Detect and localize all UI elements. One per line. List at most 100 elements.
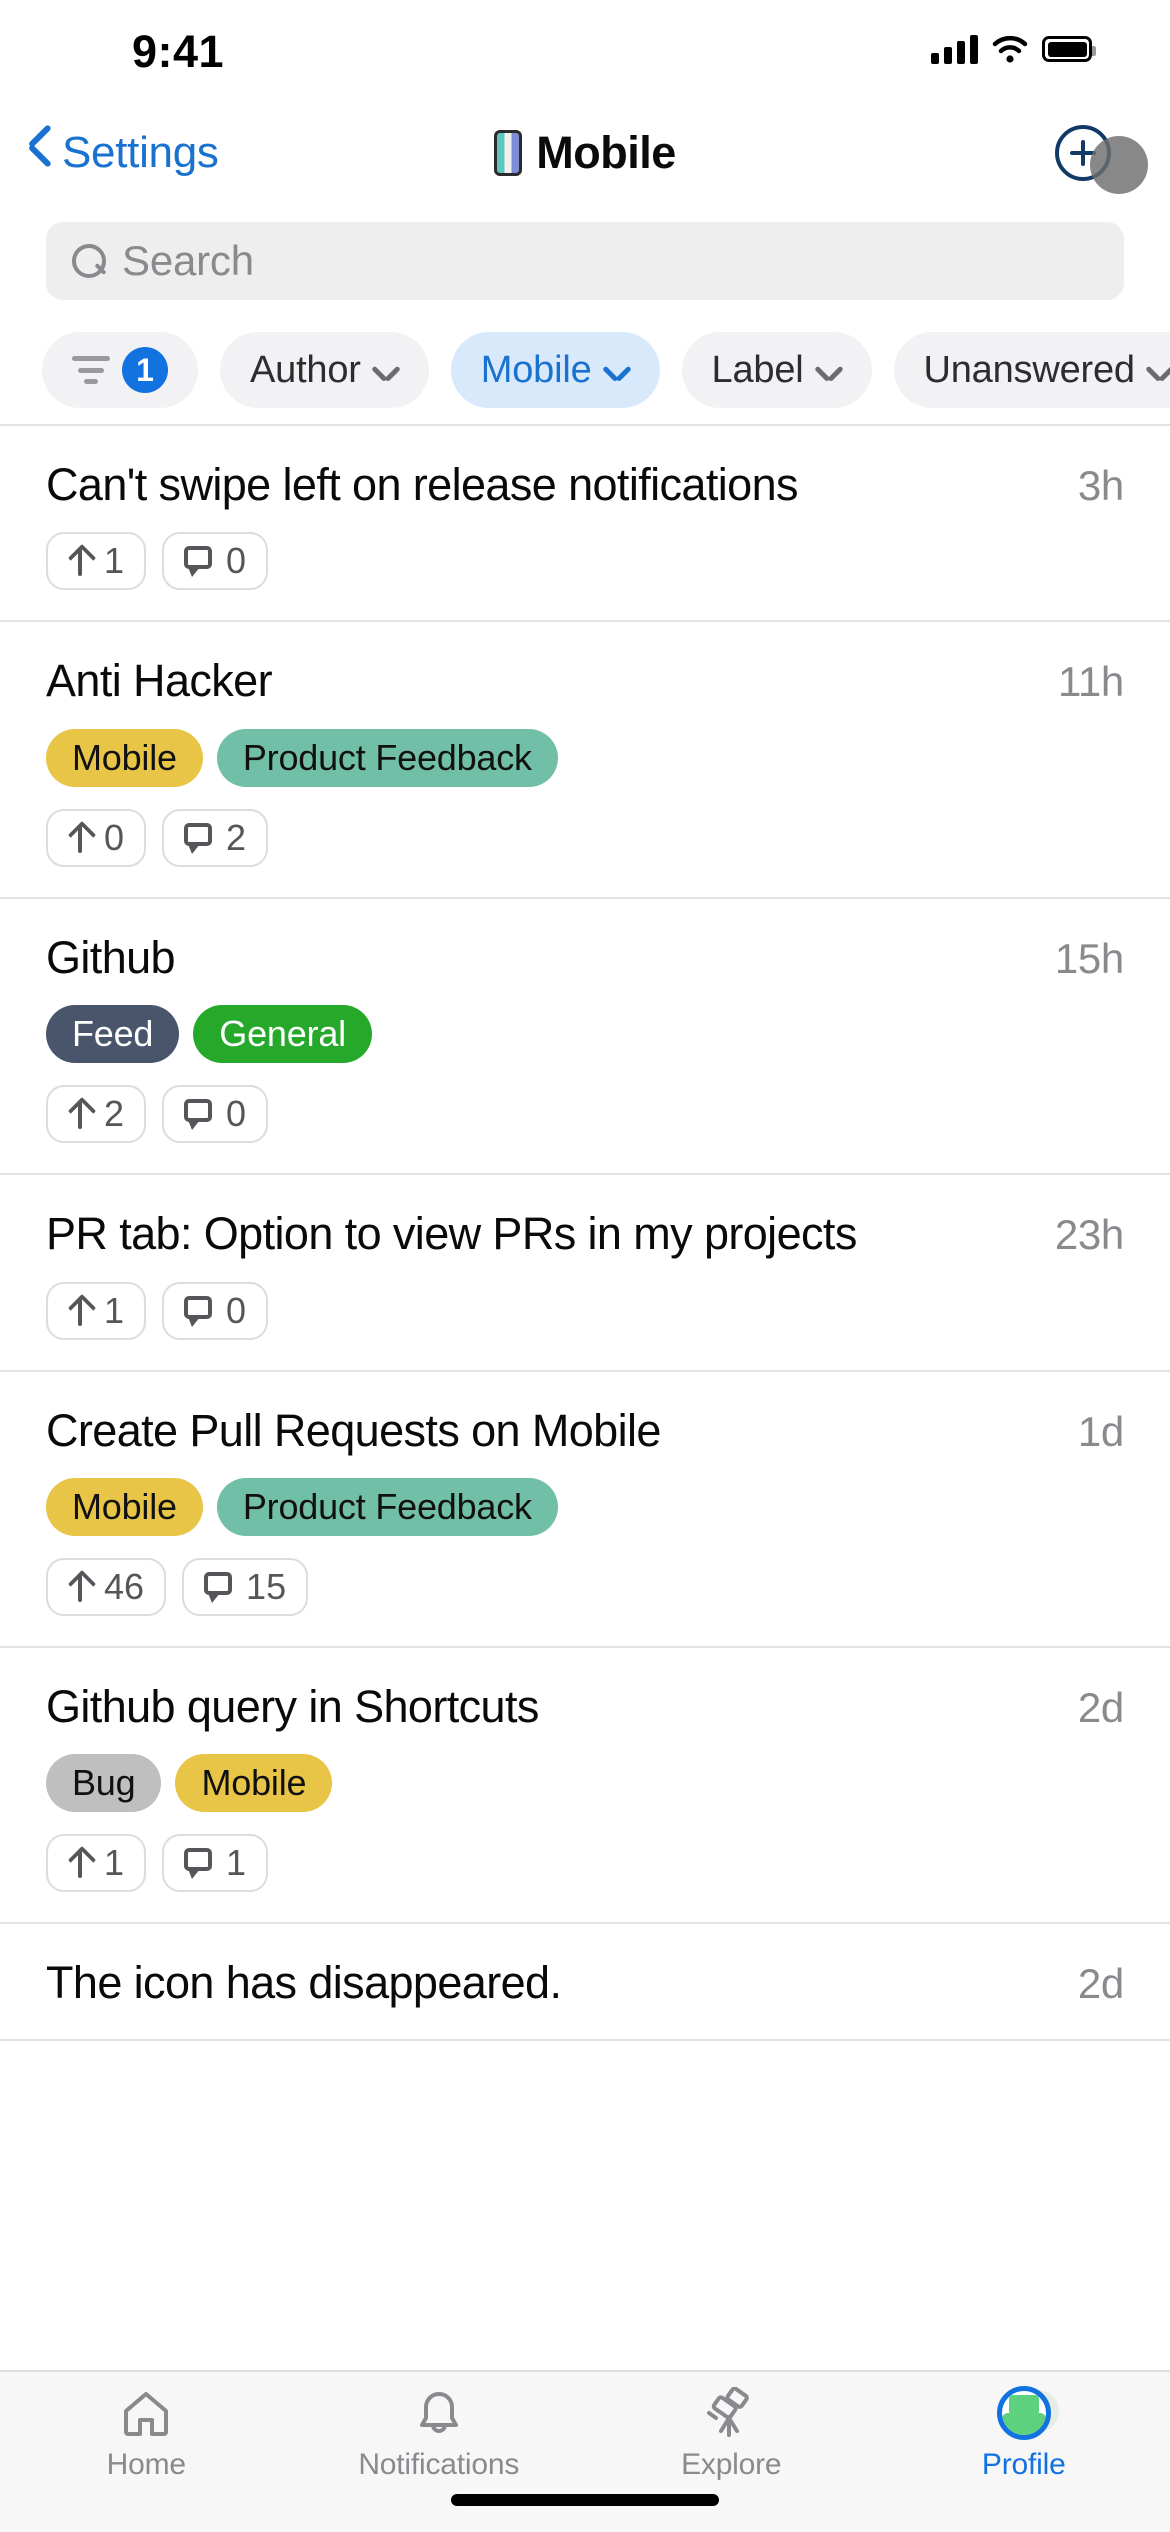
tab-profile[interactable]: Profile [878,2386,1170,2482]
filter-chip-label: Author [250,348,361,391]
list-item-timestamp: 23h [1054,1211,1124,1259]
list-item-title: Can't swipe left on release notification… [46,459,799,510]
list-item-stats: 46 15 [46,1557,1124,1616]
list-item-header: Github query in Shortcuts 2d [46,1680,1124,1732]
list-item[interactable]: Github query in Shortcuts 2d Bug Mobile 1 1 [0,1647,1170,1925]
home-indicator [451,2494,719,2506]
list-item-title: Github [46,931,176,983]
list-item[interactable]: PR tab: Option to view PRs in my project… [0,1175,1170,1372]
list-item-header: Create Pull Requests on Mobile 1d [46,1404,1124,1456]
tab-home[interactable]: Home [0,2386,293,2482]
upvote-pill[interactable]: 1 [46,532,147,591]
list-item-timestamp: 15h [1054,934,1124,982]
comment-pill[interactable]: 15 [182,1557,309,1616]
comment-bubble-icon [184,546,214,578]
tag-badge[interactable]: Feed [46,1005,180,1064]
status-bar-time: 9:41 [132,26,225,77]
list-item-title: Github query in Shortcuts [46,1680,539,1732]
status-bar: 9:41 [0,0,1170,100]
list-item-title: Anti Hacker [46,655,273,707]
filter-chip-author[interactable]: Author [220,332,429,408]
filter-chip-mobile[interactable]: Mobile [450,332,660,408]
comment-pill[interactable]: 0 [162,532,269,591]
upvote-pill[interactable]: 1 [46,1834,147,1893]
comment-pill[interactable]: 2 [162,808,269,867]
cellular-signal-icon [931,34,978,64]
list-item-header: PR tab: Option to view PRs in my project… [46,1208,1124,1260]
filter-chip-label: Unanswered [923,348,1136,391]
filter-chip-unanswered[interactable]: Unanswered [893,332,1170,408]
comment-count: 2 [226,816,247,858]
filter-chips-row[interactable]: 1 Author Mobile Label Unanswered [0,316,1170,424]
upvote-pill[interactable]: 0 [46,808,147,867]
arrow-up-icon [68,1572,92,1602]
telescope-icon [701,2386,761,2440]
list-item-timestamp: 3h [1077,462,1124,509]
list-item-timestamp: 1d [1077,1407,1124,1455]
comment-count: 0 [226,1093,247,1135]
list-item-header: Anti Hacker 11h [46,655,1124,707]
arrow-up-icon [68,1848,92,1879]
chevron-down-icon [604,362,630,378]
list-item[interactable]: Can't swipe left on release notification… [0,426,1170,623]
tag-badge[interactable]: Product Feedback [216,1477,558,1536]
tag-badge[interactable]: Bug [46,1754,162,1813]
comment-count: 0 [226,1289,247,1331]
tab-label: Home [106,2448,186,2481]
list-item-timestamp: 2d [1077,1960,1124,2008]
app-screen: 9:41 Settings Mobile Search 1 Author Mob… [0,0,1170,2532]
tag-badge[interactable]: Mobile [46,728,203,787]
list-item[interactable]: Anti Hacker 11h Mobile Product Feedback 0 2 [0,622,1170,899]
list-item[interactable]: The icon has disappeared. 2d [0,1924,1170,2041]
list-item-stats: 02 [46,808,1124,867]
tag-badge[interactable]: Mobile [175,1754,333,1813]
upvote-pill[interactable]: 46 [46,1557,167,1616]
list-item-title: PR tab: Option to view PRs in my project… [46,1208,857,1260]
tab-explore[interactable]: Explore [585,2386,878,2482]
list-item-title: Create Pull Requests on Mobile [46,1404,661,1456]
upvote-count: 46 [104,1565,145,1607]
filter-count-badge: 1 [122,347,168,393]
comment-pill[interactable]: 0 [162,1085,269,1144]
search-input[interactable]: Search [46,222,1124,300]
upvote-count: 1 [104,540,125,582]
tag-badge[interactable]: Mobile [46,1477,203,1536]
list-item[interactable]: Github 15h Feed General 2 0 [0,898,1170,1176]
filter-chip-label[interactable]: Label [681,332,872,408]
comment-count: 1 [226,1842,247,1884]
comment-pill[interactable]: 1 [162,1834,269,1893]
filter-chip-label: Label [711,348,804,391]
wifi-icon [992,35,1028,63]
post-list[interactable]: Can't swipe left on release notification… [0,424,1170,2370]
arrow-up-icon [68,823,92,853]
list-item-tags: Feed General [46,1005,1124,1064]
upvote-count: 2 [104,1093,125,1135]
chevron-down-icon [816,362,842,378]
comment-bubble-icon [184,1848,214,1880]
arrow-up-icon [68,1099,92,1130]
list-item[interactable]: Create Pull Requests on Mobile 1d Mobile Pr… [0,1371,1170,1648]
comment-pill[interactable]: 0 [162,1281,269,1340]
status-bar-indicators [931,34,1096,64]
page-title-label: Mobile [536,127,676,178]
arrow-up-icon [68,1296,92,1326]
comment-bubble-icon [204,1571,234,1603]
filter-toggle-chip[interactable]: 1 [42,332,198,408]
comment-count: 0 [226,540,247,582]
upvote-count: 1 [104,1289,125,1331]
comment-bubble-icon [184,1099,214,1131]
upvote-pill[interactable]: 2 [46,1085,147,1144]
tab-notifications[interactable]: Notifications [293,2386,586,2482]
bell-icon [409,2386,469,2440]
avatar-icon [996,2386,1051,2440]
home-icon [116,2386,176,2440]
search-icon [72,244,106,278]
tab-label: Notifications [358,2448,520,2481]
touch-pointer-indicator [1090,136,1148,194]
chevron-down-icon [373,362,399,378]
list-item-header: Github 15h [46,931,1124,983]
tag-badge[interactable]: General [193,1005,372,1064]
tag-badge[interactable]: Product Feedback [216,728,558,787]
upvote-pill[interactable]: 1 [46,1281,147,1340]
battery-icon [1042,36,1096,62]
